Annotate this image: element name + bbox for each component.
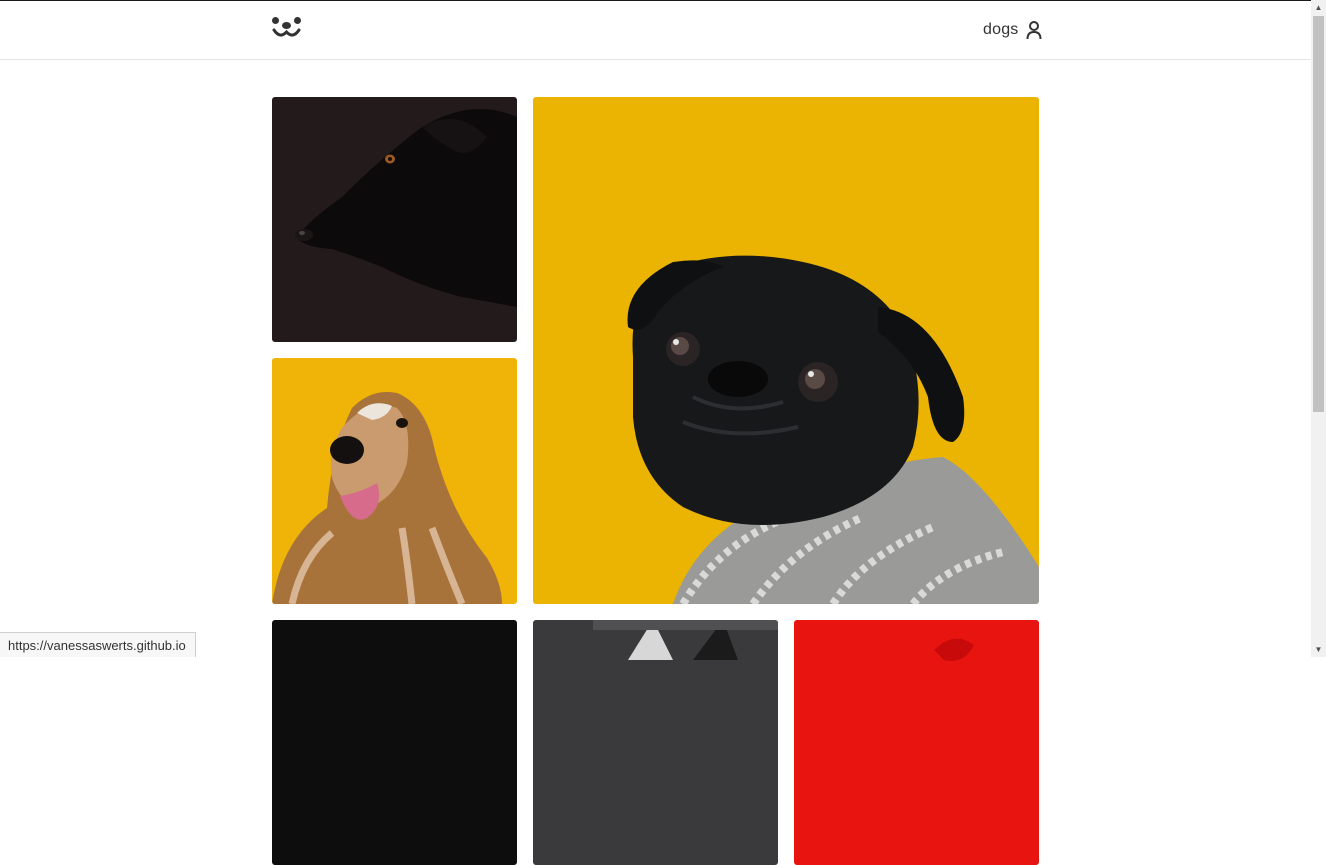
photo-pug[interactable] bbox=[533, 97, 1039, 604]
account-link[interactable]: dogs bbox=[983, 18, 1042, 42]
home-logo-link[interactable] bbox=[271, 15, 302, 43]
site-header: dogs bbox=[0, 1, 1311, 60]
scroll-down-arrow-icon[interactable]: ▼ bbox=[1311, 642, 1326, 657]
photo-afghan-hound[interactable] bbox=[272, 358, 517, 604]
status-bar-url: https://vanessaswerts.github.io bbox=[0, 632, 196, 657]
photo-black-dog[interactable] bbox=[272, 97, 517, 342]
dog-face-icon bbox=[272, 17, 301, 37]
vertical-scrollbar[interactable]: ▲ ▼ bbox=[1311, 0, 1326, 657]
user-icon bbox=[1026, 21, 1041, 40]
scroll-up-arrow-icon[interactable]: ▲ bbox=[1311, 0, 1326, 15]
scrollbar-thumb[interactable] bbox=[1313, 16, 1324, 412]
account-username: dogs bbox=[983, 21, 1019, 38]
